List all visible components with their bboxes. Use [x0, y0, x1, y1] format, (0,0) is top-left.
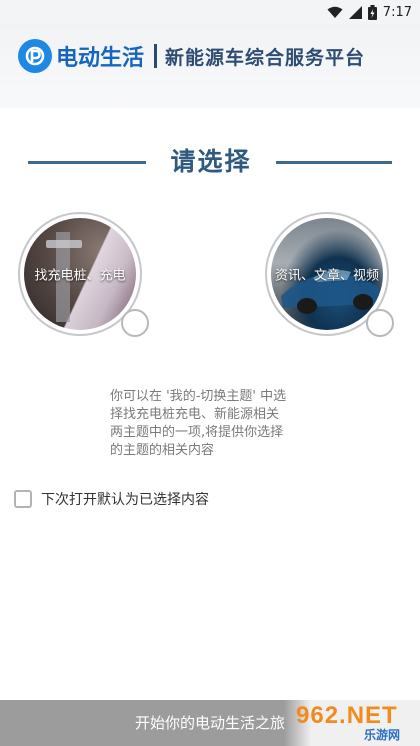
theme-description: 你可以在 '我的-切换主题' 中选 择找充电桩充电、新能源相关 两主题中的一项,…: [110, 388, 310, 460]
start-button[interactable]: 开始你的电动生活之旅 962.NET 乐游网: [0, 700, 420, 746]
wifi-icon: [327, 6, 343, 18]
signal-icon: [348, 5, 362, 19]
charging-station-image: 找充电桩、充电: [24, 218, 136, 330]
watermark-sub: 乐游网: [364, 728, 401, 742]
status-time: 7:17: [382, 4, 412, 20]
app-header: 电动生活 新能源车综合服务平台: [0, 24, 420, 108]
brand-name: 电动生活: [56, 46, 145, 71]
description-line: 的主题的相关内容: [110, 443, 215, 458]
description-line: 你可以在 '我的-切换主题' 中选: [110, 389, 287, 404]
title-divider-left: [28, 161, 146, 164]
status-icons: 7:17: [327, 3, 412, 21]
site-watermark: 962.NET 乐游网: [284, 700, 420, 746]
prompt-title: 请选择: [170, 147, 252, 176]
default-choice-row[interactable]: 下次打开默认为已选择内容: [14, 489, 209, 509]
brand-divider: [154, 44, 158, 68]
brand-slogan: 新能源车综合服务平台: [165, 46, 366, 69]
description-line: 择找充电桩充电、新能源相关: [110, 407, 280, 422]
option-charging-radio[interactable]: [121, 309, 149, 337]
default-choice-label: 下次打开默认为已选择内容: [41, 492, 209, 508]
brand: 电动生活 新能源车综合服务平台: [18, 38, 365, 74]
option-news-label: 资讯、文章、视频: [274, 268, 379, 284]
status-bar: 7:17: [0, 0, 420, 24]
prompt-title-row: 请选择: [0, 142, 420, 182]
option-charging-label: 找充电桩、充电: [34, 268, 126, 284]
description-line: 两主题中的一项,将提供你选择: [110, 425, 284, 440]
battery-icon: [367, 4, 377, 20]
option-news-radio[interactable]: [366, 309, 394, 337]
title-divider-right: [276, 161, 392, 164]
car-image: 资讯、文章、视频: [271, 218, 383, 330]
default-choice-checkbox[interactable]: [14, 490, 32, 508]
p-logo-icon: [18, 39, 52, 73]
